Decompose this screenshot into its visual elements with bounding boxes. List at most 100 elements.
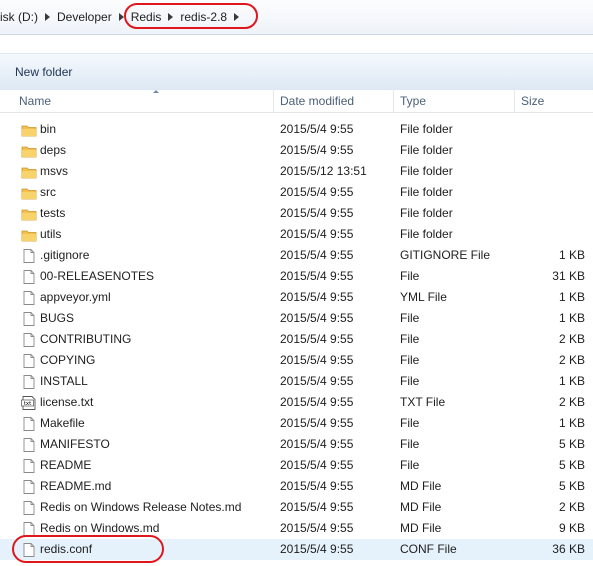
- column-header-date-label: Date modified: [280, 94, 355, 108]
- file-type: File folder: [400, 122, 453, 136]
- file-row[interactable]: MANIFESTO 2015/5/4 9:55 File 5 KB: [0, 434, 593, 455]
- file-size: 5 KB: [558, 479, 585, 493]
- file-name: BUGS: [40, 311, 75, 325]
- file-size: 9 KB: [558, 521, 585, 535]
- file-date-modified: 2015/5/4 9:55: [280, 185, 354, 199]
- file-size: 1 KB: [558, 374, 585, 388]
- file-row[interactable]: appveyor.yml 2015/5/4 9:55 YML File 1 KB: [0, 287, 593, 308]
- file-date-modified: 2015/5/4 9:55: [280, 542, 354, 556]
- file-type: File: [400, 437, 420, 451]
- file-row[interactable]: src 2015/5/4 9:55 File folder: [0, 182, 593, 203]
- file-size: 1 KB: [558, 311, 585, 325]
- file-icon: [21, 374, 37, 390]
- file-icon: [21, 269, 37, 285]
- file-date-modified: 2015/5/4 9:55: [280, 227, 354, 241]
- column-header-size[interactable]: Size: [515, 90, 593, 112]
- file-type: File folder: [400, 143, 453, 157]
- file-type: File folder: [400, 185, 453, 199]
- file-icon: [21, 458, 37, 474]
- file-row[interactable]: COPYING 2015/5/4 9:55 File 2 KB: [0, 350, 593, 371]
- file-row[interactable]: README 2015/5/4 9:55 File 5 KB: [0, 455, 593, 476]
- chevron-right-icon[interactable]: [45, 13, 50, 21]
- file-name: bin: [40, 122, 57, 136]
- file-date-modified: 2015/5/4 9:55: [280, 395, 354, 409]
- breadcrumb: isk (D:) Developer Redis redis-2.8: [0, 8, 242, 26]
- file-type: File: [400, 416, 420, 430]
- file-type: File: [400, 458, 420, 472]
- column-headers: Name Date modified Type Size: [0, 90, 593, 113]
- file-row[interactable]: deps 2015/5/4 9:55 File folder: [0, 140, 593, 161]
- file-name: Makefile: [40, 416, 85, 430]
- address-bar[interactable]: isk (D:) Developer Redis redis-2.8: [0, 0, 593, 35]
- file-row[interactable]: txt license.txt 2015/5/4 9:55 TXT File 2 KB: [0, 392, 593, 413]
- file-icon: [21, 542, 37, 558]
- file-date-modified: 2015/5/4 9:55: [280, 332, 354, 346]
- folder-icon: [21, 143, 37, 159]
- file-date-modified: 2015/5/4 9:55: [280, 521, 354, 535]
- file-list: bin 2015/5/4 9:55 File folder deps 2015/5/4 …: [0, 119, 593, 560]
- file-icon: [21, 311, 37, 327]
- file-date-modified: 2015/5/4 9:55: [280, 416, 354, 430]
- file-name: MANIFESTO: [40, 437, 110, 451]
- chevron-right-icon[interactable]: [234, 13, 240, 21]
- file-row[interactable]: .gitignore 2015/5/4 9:55 GITIGNORE File 1 K…: [0, 245, 593, 266]
- file-icon: [21, 248, 37, 264]
- file-row[interactable]: INSTALL 2015/5/4 9:55 File 1 KB: [0, 371, 593, 392]
- file-date-modified: 2015/5/4 9:55: [280, 458, 354, 472]
- file-date-modified: 2015/5/4 9:55: [280, 143, 354, 157]
- file-row[interactable]: msvs 2015/5/12 13:51 File folder: [0, 161, 593, 182]
- file-row[interactable]: Redis on Windows.md 2015/5/4 9:55 MD File 9…: [0, 518, 593, 539]
- breadcrumb-item-disk[interactable]: isk (D:): [0, 10, 42, 24]
- file-date-modified: 2015/5/4 9:55: [280, 437, 354, 451]
- breadcrumb-item-developer[interactable]: Developer: [53, 10, 116, 24]
- column-header-type[interactable]: Type: [394, 90, 515, 112]
- file-type: File: [400, 332, 420, 346]
- new-folder-button[interactable]: New folder: [15, 65, 72, 79]
- file-size: 36 KB: [552, 542, 585, 556]
- file-size: 2 KB: [558, 332, 585, 346]
- file-row[interactable]: README.md 2015/5/4 9:55 MD File 5 KB: [0, 476, 593, 497]
- file-type: MD File: [400, 479, 442, 493]
- file-type: File folder: [400, 227, 453, 241]
- chevron-right-icon[interactable]: [168, 13, 174, 21]
- file-row[interactable]: CONTRIBUTING 2015/5/4 9:55 File 2 KB: [0, 329, 593, 350]
- file-icon: [21, 353, 37, 369]
- file-date-modified: 2015/5/4 9:55: [280, 311, 354, 325]
- file-icon: [21, 290, 37, 306]
- folder-icon: [21, 185, 37, 201]
- file-type: YML File: [400, 290, 447, 304]
- column-header-name[interactable]: Name: [13, 90, 274, 112]
- chevron-right-icon[interactable]: [118, 13, 124, 21]
- file-row[interactable]: BUGS 2015/5/4 9:55 File 1 KB: [0, 308, 593, 329]
- file-date-modified: 2015/5/4 9:55: [280, 374, 354, 388]
- file-row[interactable]: tests 2015/5/4 9:55 File folder: [0, 203, 593, 224]
- command-toolbar: New folder: [0, 53, 593, 91]
- breadcrumb-item-redis-2-8[interactable]: redis-2.8: [176, 10, 231, 24]
- file-name: 00-RELEASENOTES: [40, 269, 155, 283]
- folder-icon: [21, 122, 37, 138]
- folder-icon: [21, 164, 37, 180]
- file-name: .gitignore: [40, 248, 90, 262]
- file-row[interactable]: redis.conf 2015/5/4 9:55 CONF File 36 KB: [0, 539, 593, 560]
- file-date-modified: 2015/5/4 9:55: [280, 269, 354, 283]
- column-header-date[interactable]: Date modified: [274, 90, 394, 112]
- file-name: COPYING: [40, 353, 96, 367]
- file-size: 2 KB: [558, 395, 585, 409]
- file-date-modified: 2015/5/4 9:55: [280, 500, 354, 514]
- file-name: src: [40, 185, 56, 199]
- file-row[interactable]: Redis on Windows Release Notes.md 2015/5/…: [0, 497, 593, 518]
- breadcrumb-item-redis[interactable]: Redis: [127, 10, 166, 24]
- file-type: GITIGNORE File: [400, 248, 491, 262]
- file-date-modified: 2015/5/4 9:55: [280, 206, 354, 220]
- column-header-name-label: Name: [19, 94, 52, 108]
- file-icon: [21, 437, 37, 453]
- file-name: README: [40, 458, 92, 472]
- column-header-type-label: Type: [400, 94, 427, 108]
- file-icon: [21, 521, 37, 537]
- file-name: msvs: [40, 164, 68, 178]
- file-date-modified: 2015/5/4 9:55: [280, 248, 354, 262]
- file-row[interactable]: bin 2015/5/4 9:55 File folder: [0, 119, 593, 140]
- file-row[interactable]: utils 2015/5/4 9:55 File folder: [0, 224, 593, 245]
- file-row[interactable]: 00-RELEASENOTES 2015/5/4 9:55 File 31 KB: [0, 266, 593, 287]
- file-row[interactable]: Makefile 2015/5/4 9:55 File 1 KB: [0, 413, 593, 434]
